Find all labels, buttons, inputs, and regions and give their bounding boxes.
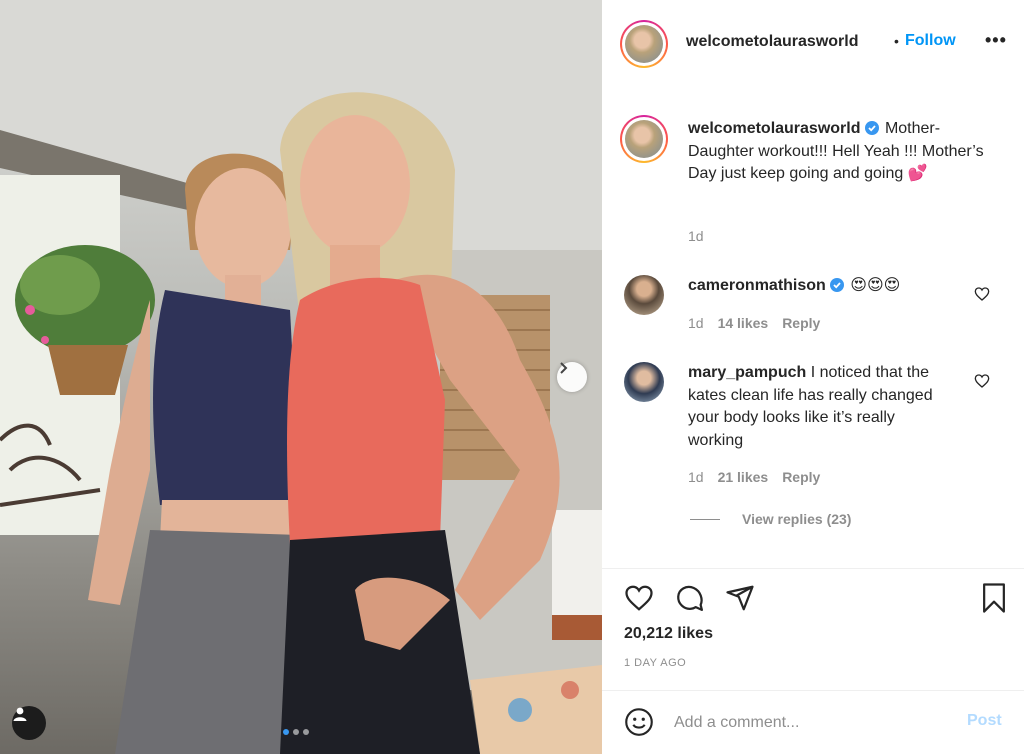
photo-scene <box>0 0 602 754</box>
follow-button[interactable]: Follow <box>905 32 956 50</box>
comment-meta: 1d 21 likes Reply <box>688 469 820 485</box>
user-tags-button[interactable] <box>12 706 46 740</box>
comment-avatar[interactable] <box>624 275 664 315</box>
author-avatar-ring[interactable] <box>620 20 668 68</box>
carousel-dot <box>303 729 309 735</box>
like-heart-icon[interactable] <box>624 583 654 613</box>
view-replies-label: View replies (23) <box>742 511 852 527</box>
carousel-dot <box>293 729 299 735</box>
actions-divider <box>602 568 1024 569</box>
carousel-indicator <box>283 729 309 735</box>
caption-time: 1d <box>688 228 704 244</box>
comment-avatar[interactable] <box>624 362 664 402</box>
comment-username[interactable]: mary_pampuch <box>688 364 806 381</box>
post-photo[interactable] <box>0 0 602 754</box>
comment-username[interactable]: cameronmathison <box>688 277 826 294</box>
header-separator: • <box>894 33 899 49</box>
comment-like-heart-icon[interactable] <box>974 373 990 389</box>
comment-like-heart-icon[interactable] <box>974 286 990 302</box>
comment-time: 1d <box>688 469 704 485</box>
comment-body: mary_pampuch I noticed that the kates cl… <box>688 362 948 452</box>
post-comment-button[interactable]: Post <box>967 712 1002 730</box>
chevron-right-icon <box>560 362 568 374</box>
verified-badge-icon <box>829 278 844 292</box>
add-comment-input[interactable] <box>674 711 944 735</box>
post-side-panel: welcometolaurasworld • Follow ••• welcom… <box>602 0 1024 754</box>
comment-meta: 1d 14 likes Reply <box>688 315 820 331</box>
comment-reply-button[interactable]: Reply <box>782 315 820 331</box>
comment-reply-button[interactable]: Reply <box>782 469 820 485</box>
emoji-icon[interactable] <box>624 707 654 737</box>
user-tag-icon <box>13 707 27 721</box>
comment-composer: Post <box>602 690 1024 754</box>
comment-icon[interactable] <box>675 583 705 613</box>
share-icon[interactable] <box>725 583 755 613</box>
comment-likes[interactable]: 14 likes <box>718 315 769 331</box>
author-avatar[interactable] <box>625 25 663 63</box>
caption-username[interactable]: welcometolaurasworld <box>688 120 861 137</box>
bookmark-icon[interactable] <box>979 582 1009 614</box>
verified-badge-icon <box>864 121 879 135</box>
view-replies-button[interactable]: View replies (23) <box>690 511 851 527</box>
caption-avatar[interactable] <box>625 120 663 158</box>
comment-body: cameronmathison 😍😍😍 <box>688 275 958 298</box>
caption-avatar-ring[interactable] <box>620 115 668 163</box>
likes-count[interactable]: 20,212 likes <box>624 625 713 643</box>
caption-meta: 1d <box>688 228 704 244</box>
view-replies-line <box>690 518 720 520</box>
comment-time: 1d <box>688 315 704 331</box>
comment-text: 😍😍😍 <box>850 277 901 294</box>
carousel-dot-active <box>283 729 289 735</box>
more-options-button[interactable]: ••• <box>985 30 1007 51</box>
author-username[interactable]: welcometolaurasworld <box>686 33 859 51</box>
post-timestamp[interactable]: 1 DAY AGO <box>624 657 686 669</box>
next-slide-button[interactable] <box>557 362 587 392</box>
caption-body: welcometolaurasworld Mother-Daughter wor… <box>688 118 988 186</box>
comment-likes[interactable]: 21 likes <box>718 469 769 485</box>
